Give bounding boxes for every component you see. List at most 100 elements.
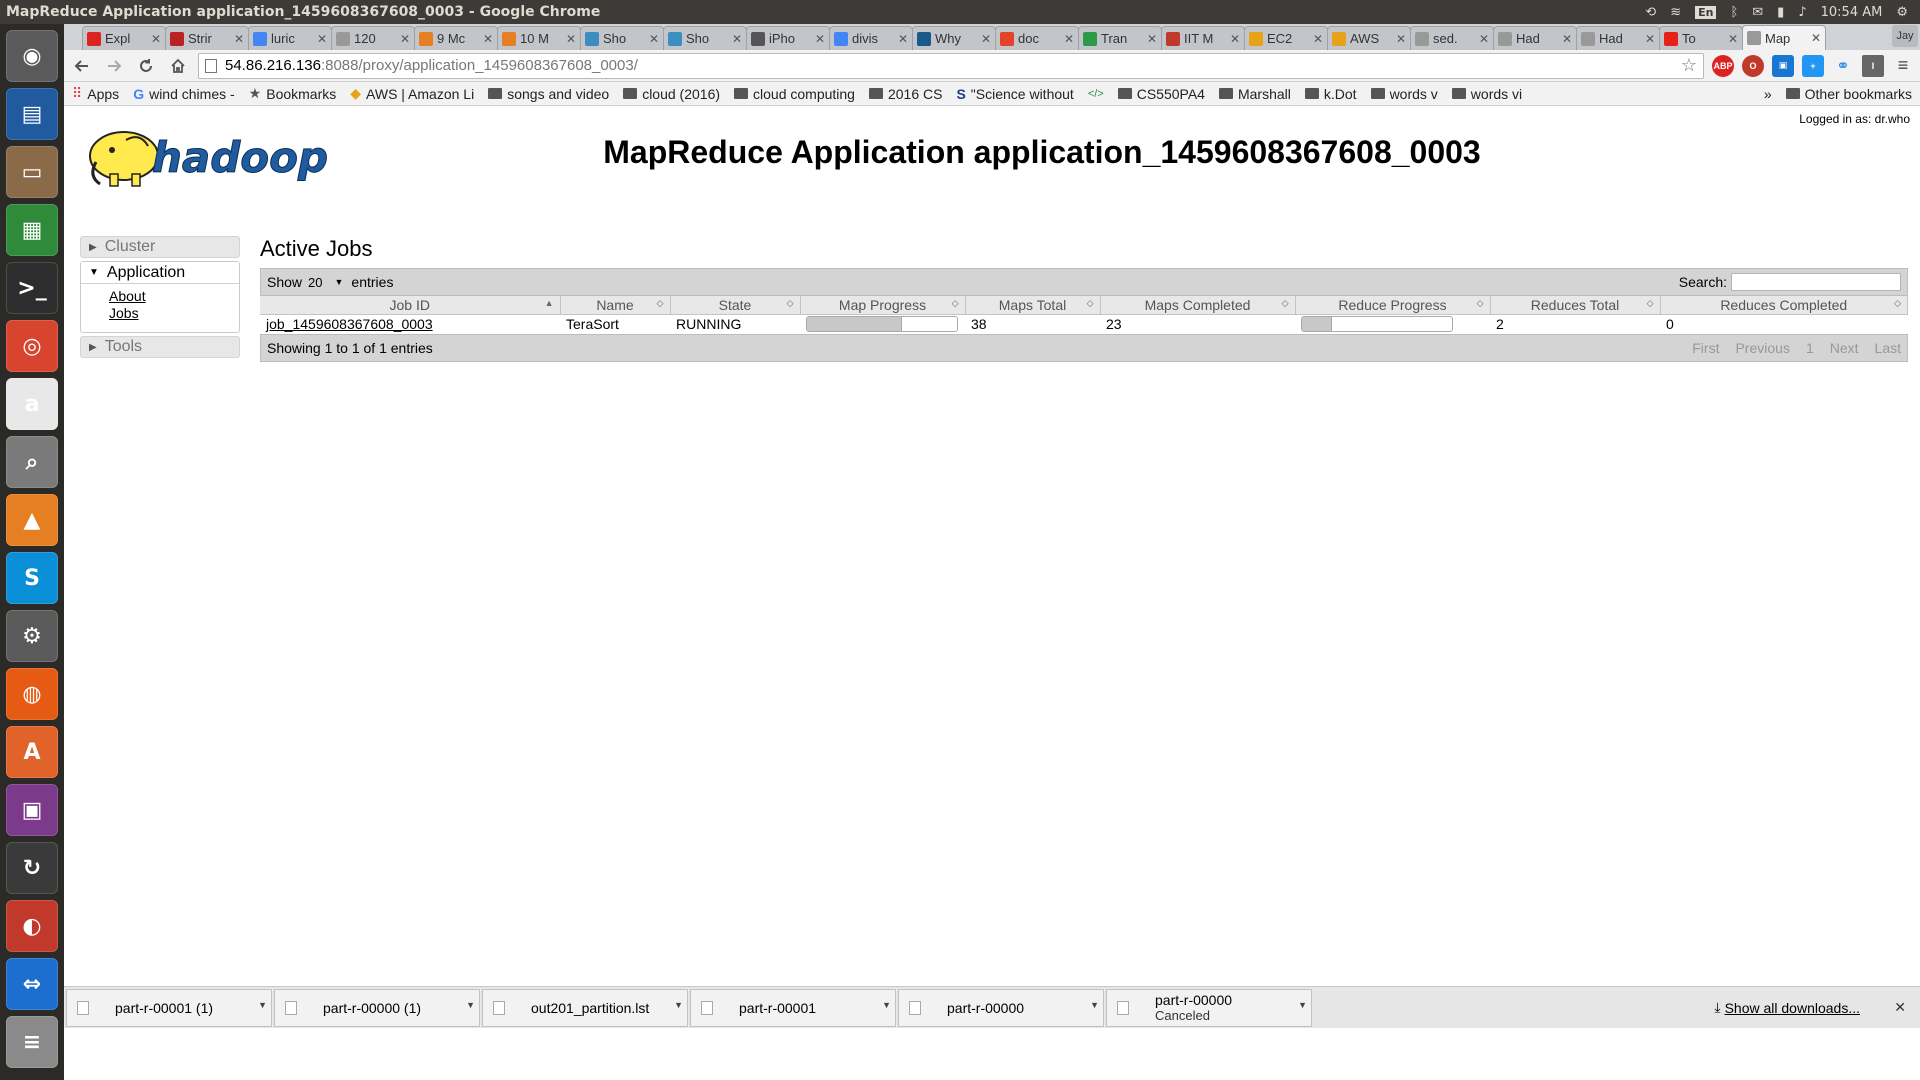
tab-close-icon[interactable]: ✕ bbox=[151, 32, 161, 46]
tab-close-icon[interactable]: ✕ bbox=[1811, 31, 1821, 45]
forward-button[interactable] bbox=[102, 54, 126, 78]
browser-tab[interactable]: 120 ✕ bbox=[331, 26, 415, 50]
home-button[interactable] bbox=[166, 54, 190, 78]
reload-button[interactable] bbox=[134, 54, 158, 78]
files-icon[interactable]: ▭ bbox=[6, 146, 58, 198]
browser-tab[interactable]: Why ✕ bbox=[912, 26, 996, 50]
column-header[interactable]: Reduces Completed ◇ bbox=[1660, 296, 1908, 315]
battery-icon[interactable]: ▮ bbox=[1777, 5, 1784, 20]
browser-tab[interactable]: doc ✕ bbox=[995, 26, 1079, 50]
bookmark-item[interactable]: cloud (2016) bbox=[623, 86, 720, 102]
browser-tab[interactable]: luric ✕ bbox=[248, 26, 332, 50]
image-viewer-icon[interactable]: ⌕ bbox=[6, 436, 58, 488]
browser-tab[interactable]: iPho ✕ bbox=[746, 26, 830, 50]
download-menu-chevron-icon[interactable]: ▼ bbox=[1298, 1000, 1307, 1010]
search-input[interactable] bbox=[1731, 273, 1901, 291]
nav-tools[interactable]: ▶ Tools bbox=[80, 336, 240, 358]
bookmark-star-icon[interactable]: ☆ bbox=[1681, 55, 1697, 76]
network-extension-icon[interactable]: ⚭ bbox=[1832, 55, 1854, 77]
bookmark-item[interactable]: words v bbox=[1370, 86, 1438, 102]
browser-tab[interactable]: Expl ✕ bbox=[82, 26, 166, 50]
amazon-icon[interactable]: a bbox=[6, 378, 58, 430]
tab-close-icon[interactable]: ✕ bbox=[1313, 32, 1323, 46]
column-header[interactable]: Map Progress ◇ bbox=[800, 296, 966, 315]
tab-close-icon[interactable]: ✕ bbox=[1479, 32, 1489, 46]
browser-tab[interactable]: divis ✕ bbox=[829, 26, 913, 50]
volume-icon[interactable]: ♪ bbox=[1798, 5, 1806, 20]
teamviewer-icon[interactable]: ⇔ bbox=[6, 958, 58, 1010]
download-item[interactable]: part-r-00001 ▼ bbox=[690, 988, 896, 1027]
bookmark-item[interactable]: songs and video bbox=[488, 86, 609, 102]
page-length-select[interactable]: 20 ▼ bbox=[308, 275, 343, 290]
tab-close-icon[interactable]: ✕ bbox=[317, 32, 327, 46]
column-header[interactable]: Job ID ▲ bbox=[260, 296, 561, 315]
wifi-icon[interactable]: ≋ bbox=[1670, 5, 1681, 20]
bookmark-item[interactable]: cloud computing bbox=[734, 86, 855, 102]
nav-jobs-link[interactable]: Jobs bbox=[109, 305, 239, 322]
keyboard-layout-indicator[interactable]: En bbox=[1695, 5, 1717, 19]
browser-tab[interactable]: Had ✕ bbox=[1576, 26, 1660, 50]
bookmark-item[interactable]: Gwind chimes - bbox=[133, 86, 234, 102]
browser-tab[interactable]: To ✕ bbox=[1659, 26, 1743, 50]
bookmarks-overflow-icon[interactable]: » bbox=[1764, 86, 1772, 102]
download-menu-chevron-icon[interactable]: ▼ bbox=[882, 1000, 891, 1010]
tab-close-icon[interactable]: ✕ bbox=[732, 32, 742, 46]
clock[interactable]: 10:54 AM bbox=[1821, 5, 1883, 20]
tab-close-icon[interactable]: ✕ bbox=[1230, 32, 1240, 46]
browser-tab[interactable]: Had ✕ bbox=[1493, 26, 1577, 50]
bookmark-item[interactable]: words vi bbox=[1451, 86, 1522, 102]
pager-page-number-button[interactable]: 1 bbox=[1806, 340, 1814, 356]
job-id-link[interactable]: job_1459608367608_0003 bbox=[266, 316, 433, 332]
download-menu-chevron-icon[interactable]: ▼ bbox=[258, 1000, 267, 1010]
download-item[interactable]: part-r-00000 ▼ bbox=[898, 988, 1104, 1027]
column-header[interactable]: Maps Total ◇ bbox=[965, 296, 1101, 315]
other-bookmarks[interactable]: Other bookmarks bbox=[1785, 86, 1912, 102]
opera-extension-icon[interactable]: O bbox=[1742, 54, 1764, 77]
column-header[interactable]: Maps Completed ◇ bbox=[1100, 296, 1296, 315]
software-center-icon[interactable]: A bbox=[6, 726, 58, 778]
tab-close-icon[interactable]: ✕ bbox=[483, 32, 493, 46]
column-header[interactable]: Reduce Progress ◇ bbox=[1295, 296, 1491, 315]
download-menu-chevron-icon[interactable]: ▼ bbox=[466, 1000, 475, 1010]
writer-icon[interactable]: ▤ bbox=[6, 88, 58, 140]
bookmark-item[interactable]: 2016 CS bbox=[868, 86, 942, 102]
tab-close-icon[interactable]: ✕ bbox=[981, 32, 991, 46]
browser-tab[interactable]: Tran ✕ bbox=[1078, 26, 1162, 50]
tab-close-icon[interactable]: ✕ bbox=[1064, 32, 1074, 46]
firefox-icon[interactable]: ◍ bbox=[6, 668, 58, 720]
pager-last-button[interactable]: Last bbox=[1875, 340, 1901, 356]
session-gear-icon[interactable]: ⚙ bbox=[1896, 5, 1908, 20]
terminal-icon[interactable]: >_ bbox=[6, 262, 58, 314]
pager-first-button[interactable]: First bbox=[1692, 340, 1719, 356]
settings-icon[interactable]: ⚙ bbox=[6, 610, 58, 662]
chrome-icon[interactable]: ◎ bbox=[6, 320, 58, 372]
download-menu-chevron-icon[interactable]: ▼ bbox=[1090, 1000, 1099, 1010]
tab-close-icon[interactable]: ✕ bbox=[1645, 32, 1655, 46]
column-header[interactable]: State ◇ bbox=[670, 296, 801, 315]
mail-icon[interactable]: ✉ bbox=[1752, 5, 1763, 20]
download-menu-chevron-icon[interactable]: ▼ bbox=[674, 1000, 683, 1010]
skype-icon[interactable]: S bbox=[6, 552, 58, 604]
browser-tab[interactable]: Sho ✕ bbox=[580, 26, 664, 50]
download-item[interactable]: out201_partition.lst ▼ bbox=[482, 988, 688, 1027]
bookmark-item[interactable]: S "Science without bbox=[956, 86, 1073, 102]
browser-tab[interactable]: AWS ✕ bbox=[1327, 26, 1411, 50]
bookmark-item[interactable]: ★ Bookmarks bbox=[249, 85, 337, 102]
browser-tab[interactable]: 10 M ✕ bbox=[497, 26, 581, 50]
download-item[interactable]: part-r-00001 (1) ▼ bbox=[66, 988, 272, 1027]
chrome-menu-icon[interactable]: ≡ bbox=[1892, 55, 1914, 77]
tab-close-icon[interactable]: ✕ bbox=[566, 32, 576, 46]
browser-tab[interactable]: Strir ✕ bbox=[165, 26, 249, 50]
nav-application[interactable]: ▼ Application bbox=[81, 262, 239, 284]
drive-icon[interactable]: ◐ bbox=[6, 900, 58, 952]
tab-close-icon[interactable]: ✕ bbox=[1147, 32, 1157, 46]
column-header[interactable]: Name ◇ bbox=[560, 296, 671, 315]
window-extension-icon[interactable]: ▣ bbox=[1772, 54, 1794, 77]
vlc-icon[interactable]: ▲ bbox=[6, 494, 58, 546]
show-all-downloads-link[interactable]: Show all downloads... bbox=[1725, 1000, 1860, 1016]
tab-close-icon[interactable]: ✕ bbox=[400, 32, 410, 46]
trash-icon[interactable]: ≡ bbox=[6, 1016, 58, 1068]
tab-close-icon[interactable]: ✕ bbox=[1396, 32, 1406, 46]
browser-tab[interactable]: Map ✕ bbox=[1742, 25, 1826, 50]
pager-previous-button[interactable]: Previous bbox=[1735, 340, 1789, 356]
